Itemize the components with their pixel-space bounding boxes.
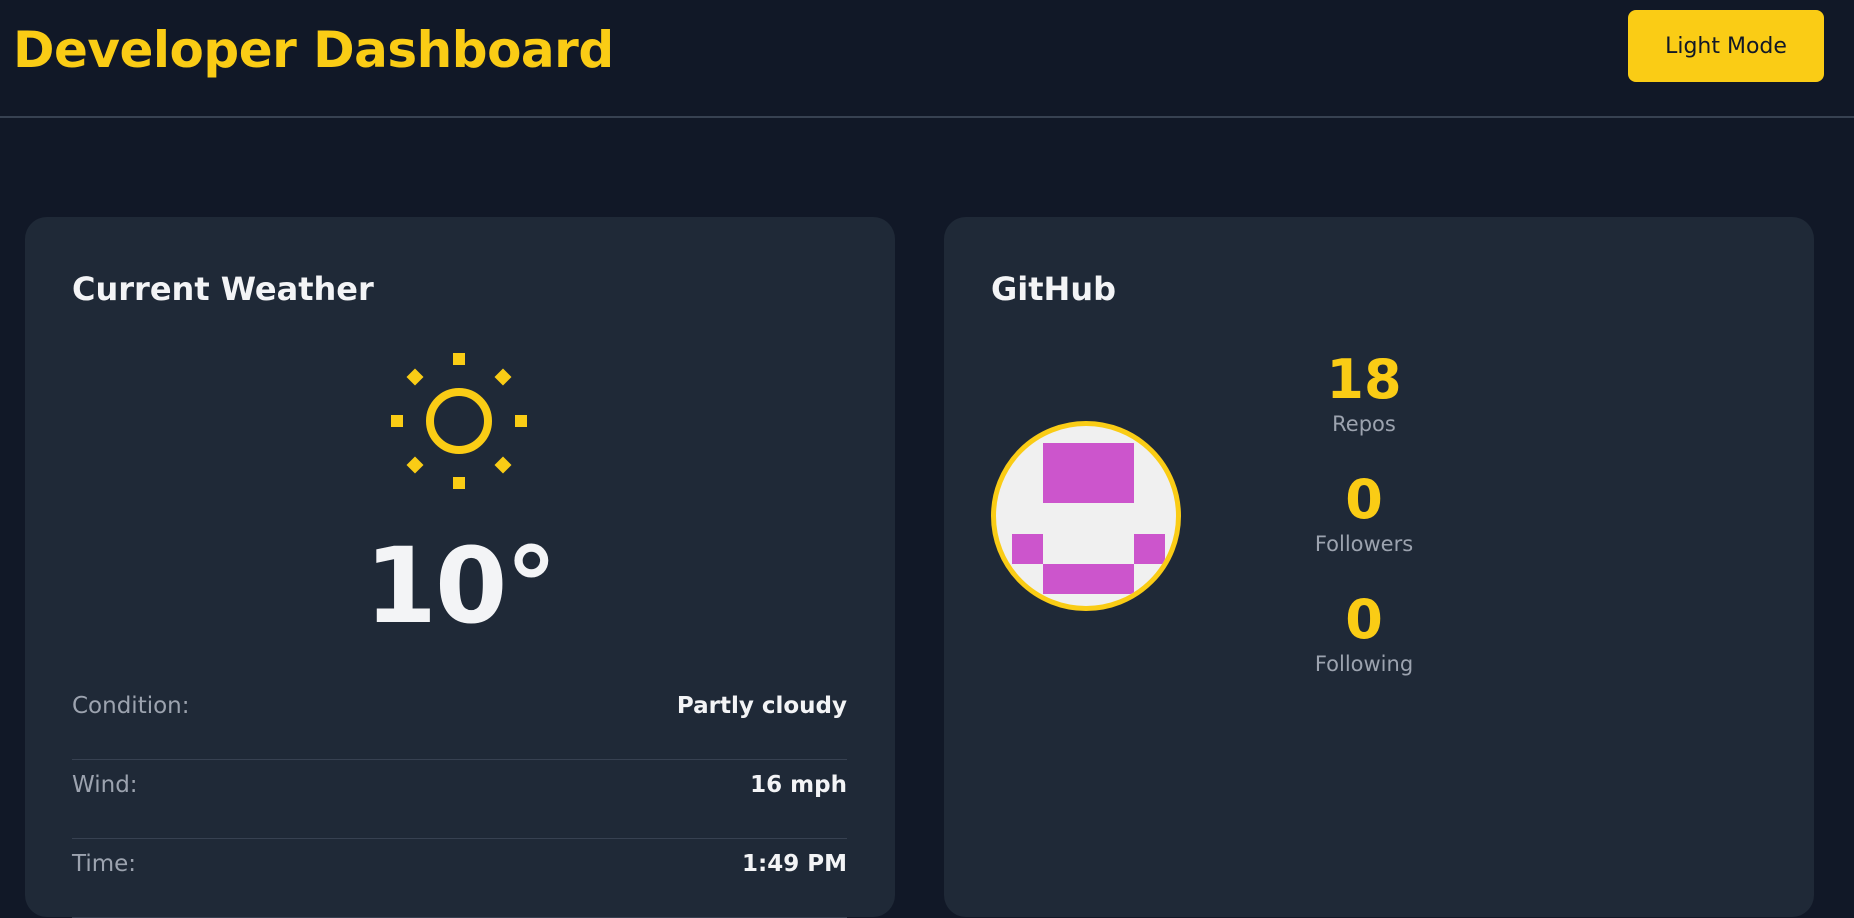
header: Developer Dashboard Light Mode (0, 0, 1854, 118)
condition-label: Condition: (72, 693, 190, 719)
weather-card: Current Weather 10° Condition: Partly cl… (25, 217, 895, 918)
weather-card-title: Current Weather (72, 270, 374, 308)
repos-stat: 18 Repos (1284, 349, 1444, 437)
followers-stat: 0 Followers (1284, 469, 1444, 557)
page-title: Developer Dashboard (13, 21, 614, 79)
following-count: 0 (1345, 588, 1383, 651)
wind-label: Wind: (72, 772, 138, 798)
light-mode-toggle-button[interactable]: Light Mode (1628, 10, 1824, 82)
followers-count: 0 (1345, 468, 1383, 531)
condition-value: Partly cloudy (676, 693, 847, 719)
wind-value: 16 mph (750, 772, 847, 798)
time-value: 1:49 PM (742, 851, 847, 877)
sun-icon (391, 353, 527, 493)
repos-label: Repos (1332, 412, 1396, 436)
following-stat: 0 Following (1284, 589, 1444, 677)
repos-count: 18 (1326, 348, 1402, 411)
temperature-value: 10° (364, 525, 558, 647)
github-avatar[interactable] (991, 421, 1181, 611)
weather-detail-row-condition: Condition: Partly cloudy (72, 681, 847, 760)
github-card: GitHub 18 Repos 0 Followers 0 Following (944, 217, 1814, 917)
weather-detail-row-time: Time: 1:49 PM (72, 839, 847, 918)
followers-label: Followers (1314, 532, 1414, 556)
time-label: Time: (72, 851, 137, 877)
weather-detail-row-wind: Wind: 16 mph (72, 760, 847, 839)
following-label: Following (1314, 652, 1414, 676)
identicon-avatar-icon (1012, 443, 1165, 594)
github-card-title: GitHub (991, 270, 1116, 308)
